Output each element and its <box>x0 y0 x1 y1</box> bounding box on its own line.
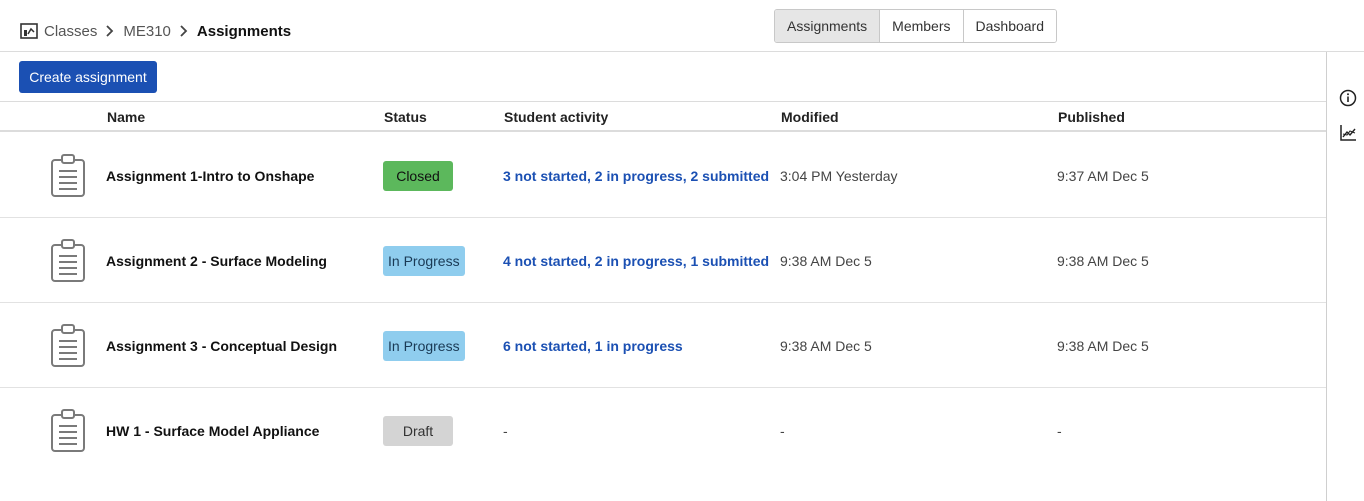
table-row[interactable]: Assignment 3 - Conceptual Design In Prog… <box>0 303 1326 388</box>
modified-date: - <box>780 422 785 439</box>
student-activity-link[interactable]: 4 not started, 2 in progress, 1 submitte… <box>503 253 769 269</box>
published-date: - <box>1057 422 1062 439</box>
table-header: Name Status Student activity Modified Pu… <box>0 101 1326 132</box>
student-activity-link[interactable]: 6 not started, 1 in progress <box>503 338 683 354</box>
clipboard-icon <box>51 409 85 452</box>
breadcrumb-class[interactable]: ME310 <box>123 23 171 40</box>
breadcrumb-classes[interactable]: Classes <box>44 23 97 40</box>
breadcrumb-current: Assignments <box>196 22 292 40</box>
modified-date: 3:04 PM Yesterday <box>780 167 898 184</box>
status-badge: Closed <box>383 160 453 191</box>
column-header-activity[interactable]: Student activity <box>504 109 608 125</box>
create-assignment-button[interactable]: Create assignment <box>19 61 157 93</box>
tab-assignments[interactable]: Assignments <box>775 10 880 42</box>
column-header-published[interactable]: Published <box>1058 109 1125 125</box>
tab-members[interactable]: Members <box>879 10 963 42</box>
column-header-modified[interactable]: Modified <box>781 109 839 125</box>
clipboard-icon <box>51 239 85 282</box>
top-bar: Classes ME310 Assignments Assignments Me… <box>0 0 1364 52</box>
assignment-name[interactable]: Assignment 3 - Conceptual Design <box>106 338 337 354</box>
modified-date: 9:38 AM Dec 5 <box>780 337 872 354</box>
student-activity-link[interactable]: 3 not started, 2 in progress, 2 submitte… <box>503 168 769 184</box>
view-tabs: Assignments Members Dashboard <box>774 9 1058 43</box>
modified-date: 9:38 AM Dec 5 <box>780 252 872 269</box>
chevron-right-icon <box>105 25 115 37</box>
class-board-icon <box>20 23 38 39</box>
table-row[interactable]: Assignment 1-Intro to Onshape Closed 3 n… <box>0 133 1326 218</box>
table-row[interactable]: HW 1 - Surface Model Appliance Draft - -… <box>0 388 1326 473</box>
right-rail-divider <box>1326 52 1327 501</box>
status-badge: Draft <box>383 415 453 446</box>
assignment-name[interactable]: HW 1 - Surface Model Appliance <box>106 423 319 439</box>
chevron-right-icon <box>179 25 189 37</box>
status-badge: In Progress <box>383 245 465 276</box>
info-icon[interactable] <box>1339 89 1357 107</box>
breadcrumb: Classes ME310 Assignments <box>20 20 291 42</box>
column-header-status[interactable]: Status <box>384 109 427 125</box>
published-date: 9:37 AM Dec 5 <box>1057 167 1149 184</box>
status-badge: In Progress <box>383 330 465 361</box>
student-activity-empty: - <box>503 422 508 439</box>
assignment-name[interactable]: Assignment 2 - Surface Modeling <box>106 253 327 269</box>
published-date: 9:38 AM Dec 5 <box>1057 252 1149 269</box>
assignment-name[interactable]: Assignment 1-Intro to Onshape <box>106 168 314 184</box>
chart-icon[interactable] <box>1339 124 1357 142</box>
clipboard-icon <box>51 154 85 197</box>
tab-dashboard[interactable]: Dashboard <box>962 10 1057 42</box>
column-header-name[interactable]: Name <box>107 109 145 125</box>
clipboard-icon <box>51 324 85 367</box>
published-date: 9:38 AM Dec 5 <box>1057 337 1149 354</box>
table-row[interactable]: Assignment 2 - Surface Modeling In Progr… <box>0 218 1326 303</box>
